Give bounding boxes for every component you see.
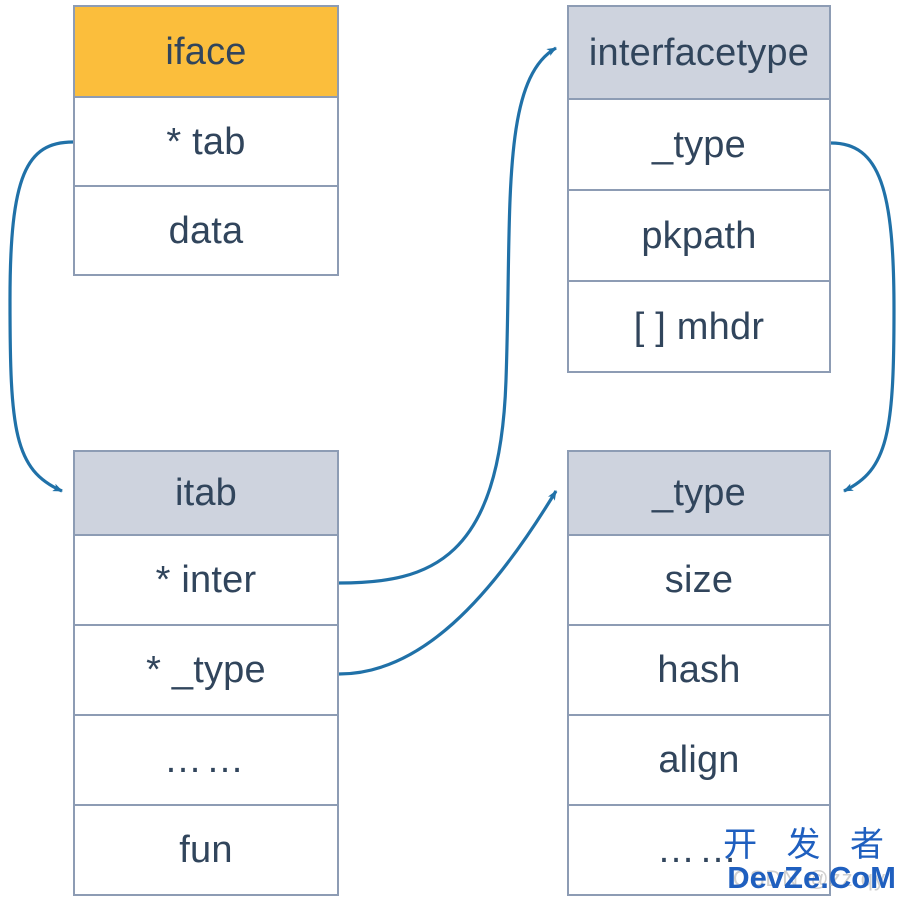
connector-iftype-to-type xyxy=(830,141,896,493)
struct-field-interfacetype-mhdr: [ ] mhdr xyxy=(569,280,829,371)
struct-field-itab-type: * _type xyxy=(75,624,337,714)
struct-field-interfacetype-pkpath: pkpath xyxy=(569,189,829,280)
struct-field-itab-inter: * inter xyxy=(75,534,337,624)
struct-box-itab: itab * inter * _type …… fun xyxy=(73,450,339,896)
connector-inter-to-interfacetype xyxy=(338,46,557,585)
struct-box-iface: iface * tab data xyxy=(73,5,339,276)
struct-field-itab-fun: fun xyxy=(75,804,337,894)
struct-box-interfacetype: interfacetype _type pkpath [ ] mhdr xyxy=(567,5,831,373)
struct-field-iface-tab: * tab xyxy=(75,96,337,185)
struct-header-type: _type xyxy=(569,452,829,534)
struct-field-type-align: align xyxy=(569,714,829,804)
connector-tab-to-itab xyxy=(8,140,74,493)
struct-field-itab-ellipsis: …… xyxy=(75,714,337,804)
struct-header-iface: iface xyxy=(75,7,337,96)
struct-field-iface-data: data xyxy=(75,185,337,274)
struct-field-type-size: size xyxy=(569,534,829,624)
struct-field-type-ellipsis: …… xyxy=(569,804,829,894)
struct-header-itab: itab xyxy=(75,452,337,534)
struct-header-interfacetype: interfacetype xyxy=(569,7,829,98)
diagram-canvas: iface * tab data interfacetype _type pkp… xyxy=(0,0,904,906)
struct-field-type-hash: hash xyxy=(569,624,829,714)
connector-itabtype-to-type xyxy=(338,490,558,676)
struct-field-interfacetype-type: _type xyxy=(569,98,829,189)
struct-box-type: _type size hash align …… xyxy=(567,450,831,896)
